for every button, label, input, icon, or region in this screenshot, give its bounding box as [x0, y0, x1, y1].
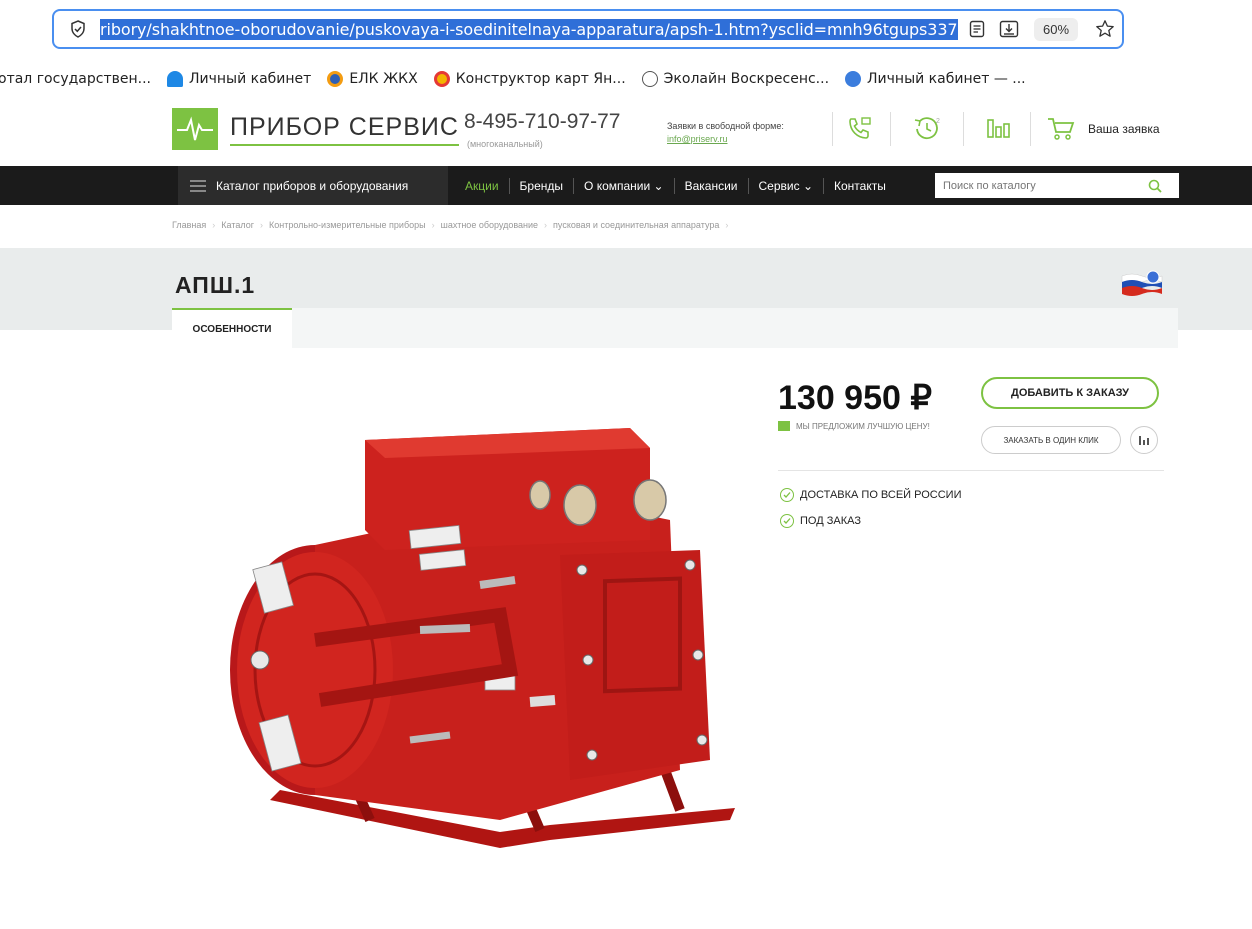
reader-view-icon[interactable]	[964, 16, 990, 42]
bookmark-favicon-icon	[845, 71, 862, 87]
chevron-right-icon: ›	[725, 220, 729, 230]
header-divider	[890, 112, 891, 146]
nav-item-promotions[interactable]: Акции	[455, 177, 510, 194]
nav-item-service[interactable]: Сервис ⌄	[749, 177, 824, 194]
save-page-icon[interactable]	[996, 16, 1022, 42]
header-divider	[832, 112, 833, 146]
nav-items: Акции Бренды О компании ⌄ Вакансии Серви…	[455, 166, 896, 205]
compare-button[interactable]	[1130, 426, 1158, 454]
product-image[interactable]	[210, 400, 740, 870]
feature-label: ПОД ЗАКАЗ	[800, 515, 861, 527]
zoom-level[interactable]: 60%	[1034, 17, 1079, 41]
request-email-link[interactable]: info@priserv.ru	[667, 134, 728, 144]
russian-flag-icon	[1120, 268, 1164, 298]
bookmark-item[interactable]: отал государствен...	[0, 71, 151, 87]
map-pin-icon	[433, 71, 450, 87]
feature-availability: ПОД ЗАКАЗ	[780, 514, 861, 528]
nav-item-contacts[interactable]: Контакты	[824, 178, 896, 194]
bookmark-favicon-icon	[327, 71, 344, 87]
bookmark-label: Эколайн Воскресенс...	[663, 71, 830, 87]
bookmark-label: отал государствен...	[0, 71, 151, 87]
history-icon[interactable]: 2	[910, 114, 944, 142]
site-logo[interactable]: ПРИБОР СЕРВИС	[172, 108, 459, 150]
nav-item-vacancies[interactable]: Вакансии	[675, 177, 749, 194]
check-circle-icon	[780, 488, 794, 502]
page-title: АПШ.1	[175, 272, 256, 298]
product-price: 130 950 ₽	[778, 379, 932, 417]
globe-icon	[641, 71, 658, 87]
nav-item-brands[interactable]: Бренды	[510, 177, 575, 194]
check-circle-icon	[780, 514, 794, 528]
search-icon[interactable]	[1145, 176, 1165, 196]
chevron-right-icon: ›	[431, 220, 435, 230]
bookmarks-bar: отал государствен... Личный кабинет ЕЛК …	[0, 62, 1252, 96]
address-bar[interactable]: ribory/shakhtnoe-oborudovanie/puskovaya-…	[52, 9, 1124, 49]
chevron-right-icon: ›	[544, 220, 548, 230]
browser-toolbar: ribory/shakhtnoe-oborudovanie/puskovaya-…	[0, 0, 1252, 62]
feature-label: ДОСТАВКА ПО ВСЕЙ РОССИИ	[800, 489, 962, 501]
bookmark-item[interactable]: Личный кабинет	[166, 71, 312, 87]
request-label: Заявки в свободной форме:	[667, 121, 784, 131]
bookmark-favicon-icon	[166, 71, 183, 87]
svg-text:2: 2	[936, 118, 940, 125]
breadcrumb: Главная › Каталог › Контрольно-измерительн…	[172, 220, 734, 230]
main-nav: Каталог приборов и оборудования Акции Бр…	[0, 166, 1252, 205]
phone-number[interactable]: 8-495-710-97-77	[464, 110, 620, 134]
feature-delivery: ДОСТАВКА ПО ВСЕЙ РОССИИ	[780, 488, 962, 502]
chevron-right-icon: ›	[259, 220, 263, 230]
one-click-order-button[interactable]: ЗАКАЗАТЬ В ОДИН КЛИК	[981, 426, 1121, 454]
tab-features[interactable]: ОСОБЕННОСТИ	[172, 308, 292, 348]
breadcrumb-link[interactable]: Главная	[172, 220, 206, 230]
bookmark-label: Конструктор карт Ян...	[455, 71, 626, 87]
breadcrumb-link[interactable]: Контрольно-измерительные приборы	[269, 220, 426, 230]
best-price-link[interactable]: МЫ ПРЕДЛОЖИМ ЛУЧШУЮ ЦЕНУ!	[778, 421, 930, 431]
breadcrumb-link[interactable]: шахтное оборудование	[441, 220, 538, 230]
cart-icon[interactable]	[1044, 114, 1078, 142]
chevron-right-icon: ›	[212, 220, 216, 230]
site-header: ПРИБОР СЕРВИС 8-495-710-97-77 (многокана…	[0, 96, 1252, 166]
header-divider	[963, 112, 964, 146]
breadcrumb-link[interactable]: пусковая и соединительная аппаратура	[553, 220, 719, 230]
hamburger-icon	[190, 177, 206, 195]
breadcrumb-link[interactable]: Каталог	[221, 220, 254, 230]
catalog-menu-label: Каталог приборов и оборудования	[216, 178, 409, 193]
phone-note: (многоканальный)	[467, 139, 543, 149]
bookmark-label: ЕЛК ЖКХ	[349, 71, 418, 87]
compare-chart-icon[interactable]	[981, 114, 1015, 142]
best-price-label: МЫ ПРЕДЛОЖИМ ЛУЧШУЮ ЦЕНУ!	[796, 421, 930, 431]
tab-strip	[292, 308, 1178, 348]
header-divider	[1030, 112, 1031, 146]
compare-chart-icon	[1139, 436, 1149, 445]
bookmark-item[interactable]: Эколайн Воскресенс...	[641, 71, 830, 87]
divider	[778, 470, 1164, 471]
bookmark-star-icon[interactable]	[1092, 16, 1118, 42]
add-to-order-button[interactable]: ДОБАВИТЬ К ЗАКАЗУ	[981, 377, 1159, 409]
callback-phone-icon[interactable]	[842, 114, 876, 142]
bookmark-item[interactable]: Конструктор карт Ян...	[433, 71, 626, 87]
bookmark-label: Личный кабинет — ...	[867, 71, 1026, 87]
pulse-icon	[172, 108, 218, 150]
search-input[interactable]	[935, 179, 1145, 192]
cart-label[interactable]: Ваша заявка	[1088, 122, 1160, 136]
url-text[interactable]: ribory/shakhtnoe-oborudovanie/puskovaya-…	[100, 18, 958, 40]
catalog-menu-button[interactable]: Каталог приборов и оборудования	[178, 166, 448, 205]
shield-icon[interactable]	[66, 17, 90, 41]
bookmark-item[interactable]: ЕЛК ЖКХ	[327, 71, 418, 87]
chat-icon	[778, 421, 790, 431]
bookmark-label: Личный кабинет	[188, 71, 312, 87]
logo-text: ПРИБОР СЕРВИС	[230, 113, 459, 146]
nav-item-about[interactable]: О компании ⌄	[574, 177, 675, 194]
search-box	[935, 173, 1179, 198]
bookmark-item[interactable]: Личный кабинет — ...	[845, 71, 1026, 87]
